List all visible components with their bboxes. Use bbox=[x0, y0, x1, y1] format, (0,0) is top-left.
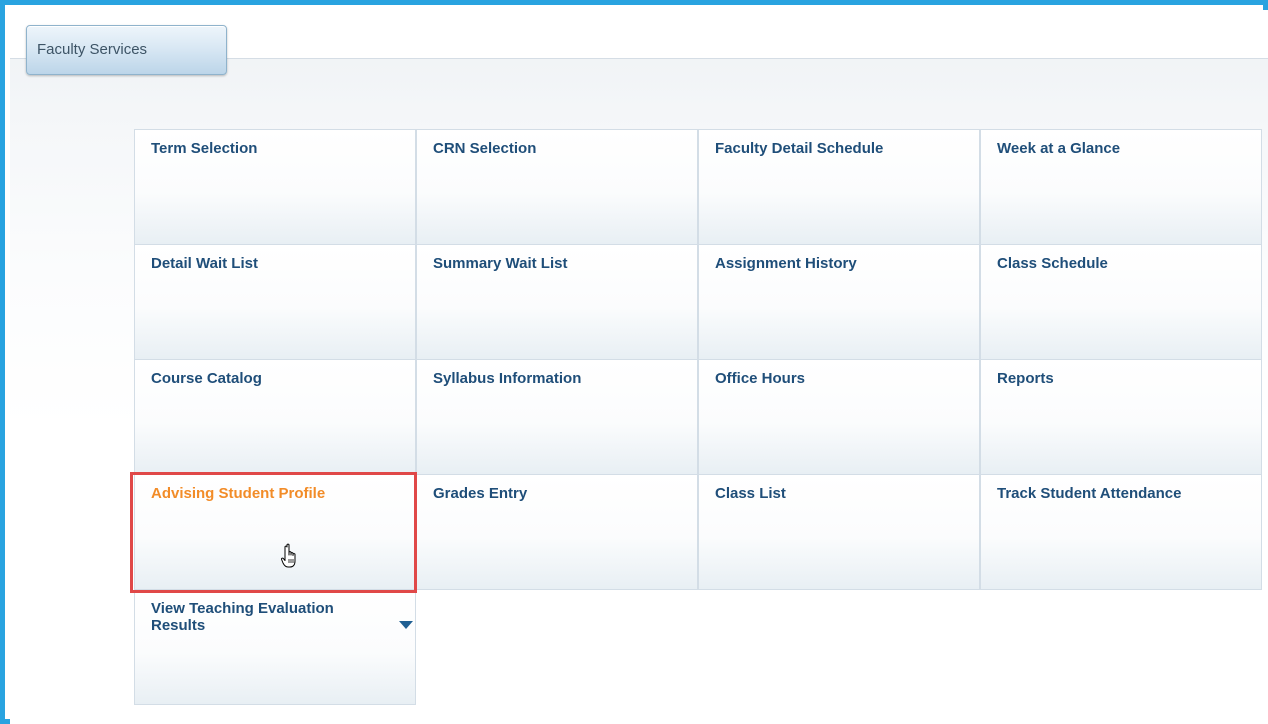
menu-tile-label: Reports bbox=[997, 370, 1054, 387]
menu-tile-assignment-history[interactable]: Assignment History bbox=[698, 244, 980, 360]
main-content: Faculty Services Term Selection CRN Sele… bbox=[10, 10, 1268, 724]
menu-tile-reports[interactable]: Reports bbox=[980, 359, 1262, 475]
menu-tile-syllabus-information[interactable]: Syllabus Information bbox=[416, 359, 698, 475]
menu-tile-label: Class List bbox=[715, 485, 786, 502]
menu-tile-label: Faculty Detail Schedule bbox=[715, 140, 884, 157]
dropdown-caret-icon[interactable] bbox=[399, 621, 413, 629]
menu-tile-label: CRN Selection bbox=[433, 140, 537, 157]
tab-faculty-services[interactable]: Faculty Services bbox=[26, 25, 227, 75]
menu-tile-class-schedule[interactable]: Class Schedule bbox=[980, 244, 1262, 360]
menu-tile-track-student-attendance[interactable]: Track Student Attendance bbox=[980, 474, 1262, 590]
menu-tile-label: Office Hours bbox=[715, 370, 806, 387]
menu-tile-course-catalog[interactable]: Course Catalog bbox=[134, 359, 416, 475]
menu-tile-label: Advising Student Profile bbox=[151, 485, 326, 502]
menu-tile-crn-selection[interactable]: CRN Selection bbox=[416, 129, 698, 245]
tab-label: Faculty Services bbox=[37, 41, 148, 58]
hand-pointer-cursor-icon bbox=[281, 543, 296, 568]
menu-tile-label: Track Student Attendance bbox=[997, 485, 1182, 502]
menu-tile-label: Course Catalog bbox=[151, 370, 262, 387]
menu-tile-detail-wait-list[interactable]: Detail Wait List bbox=[134, 244, 416, 360]
menu-tile-label: Week at a Glance bbox=[997, 140, 1121, 157]
menu-tile-summary-wait-list[interactable]: Summary Wait List bbox=[416, 244, 698, 360]
menu-tile-label: Summary Wait List bbox=[433, 255, 568, 272]
menu-tile-label: Detail Wait List bbox=[151, 255, 258, 272]
menu-tile-week-at-a-glance[interactable]: Week at a Glance bbox=[980, 129, 1262, 245]
menu-tile-label: Term Selection bbox=[151, 140, 258, 157]
menu-tile-label: Class Schedule bbox=[997, 255, 1108, 272]
app-frame: Faculty Services Term Selection CRN Sele… bbox=[0, 0, 1268, 724]
menu-tile-view-teaching-evaluation-results[interactable]: View Teaching Evaluation Results bbox=[134, 589, 416, 705]
menu-tile-office-hours[interactable]: Office Hours bbox=[698, 359, 980, 475]
menu-tile-class-list[interactable]: Class List bbox=[698, 474, 980, 590]
menu-tile-label: Grades Entry bbox=[433, 485, 528, 502]
menu-tile-term-selection[interactable]: Term Selection bbox=[134, 129, 416, 245]
menu-tile-advising-student-profile[interactable]: Advising Student Profile bbox=[134, 474, 416, 590]
menu-tile-faculty-detail-schedule[interactable]: Faculty Detail Schedule bbox=[698, 129, 980, 245]
menu-tile-grades-entry[interactable]: Grades Entry bbox=[416, 474, 698, 590]
menu-tile-label: Syllabus Information bbox=[433, 370, 582, 387]
menu-tile-label: View Teaching Evaluation Results bbox=[151, 600, 334, 634]
menu-tile-label: Assignment History bbox=[715, 255, 857, 272]
